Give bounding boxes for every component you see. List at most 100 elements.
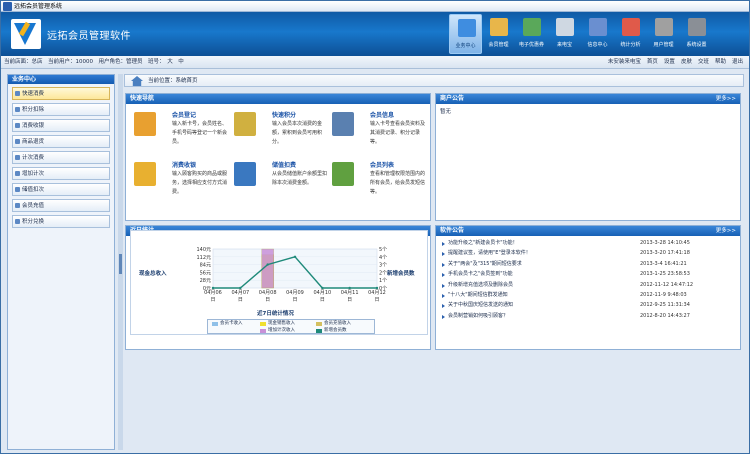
legend-label: 会员卡收入 — [220, 321, 243, 326]
news-item[interactable]: "十八大"期间短信群发通知 2012-11-9 9:48:03 — [442, 290, 734, 300]
news-date: 2013-1-25 23:58:53 — [640, 271, 690, 278]
y-right-tick: 1个 — [379, 278, 387, 284]
app-icon — [3, 2, 12, 11]
splitter[interactable] — [118, 74, 123, 450]
top-link[interactable]: 交班 — [698, 56, 709, 69]
legend-item: 现金销售收入 — [260, 321, 295, 327]
x-tick-label: 04月08 — [259, 290, 277, 296]
legend-swatch — [260, 329, 266, 333]
settings-icon — [688, 18, 706, 36]
legend-item: 会员卡收入 — [212, 321, 243, 327]
quick-nav-panel: 快速导航 会员登记 输入新卡号，会员姓名、手机号码等登记一个新会员。 快速积分 输入会… — [125, 93, 431, 221]
status-text: 当前店面：总店 当前用户：10000 用户角色：管理员 班号： 大 中 — [4, 59, 184, 65]
quick-nav-item[interactable]: 储值扣费 从会员储值账户余额里扣除本次消费金额。 — [234, 160, 327, 202]
quick-nav-item-desc: 输入会员本次消费的金额，累积到会员可用积分。 — [272, 121, 323, 145]
top-link[interactable]: 设置 — [664, 56, 675, 69]
news-item[interactable]: 手机会员卡之"会员签到"功能 2013-1-25 23:58:53 — [442, 269, 734, 279]
nav-phone[interactable]: 来电宝 — [548, 14, 581, 54]
stats-panel: 近日统计 现金总收入 新增会员数 140元112元84元56元28元0元5个4个… — [125, 225, 431, 350]
top-link[interactable]: 首页 — [647, 56, 658, 69]
y-right-tick: 3个 — [379, 263, 387, 269]
quick-nav-item[interactable]: 会员列表 查看和管理权限范围内的所有会员，给会员发短信等。 — [332, 160, 425, 202]
chart-title: 近7日统计情况 — [257, 311, 294, 317]
nav-settings[interactable]: 系统设置 — [680, 14, 713, 54]
menu-item-icon — [15, 155, 20, 160]
nav-coupon[interactable]: 电子优惠券 — [515, 14, 548, 54]
announcement-more-link[interactable]: 更多>> — [716, 94, 736, 104]
top-nav: 业务中心 会员管理 电子优惠券 来电宝 信息中心 统计分析 用户管理 系统设置 — [449, 14, 713, 54]
sidebar-item[interactable]: 商品退货 — [12, 135, 110, 148]
sidebar-item[interactable]: 计次消费 — [12, 151, 110, 164]
news-item[interactable]: 升级新增充值选项及删除会员 2012-11-12 14:47:12 — [442, 280, 734, 290]
menu-item-icon — [15, 107, 20, 112]
sidebar-item[interactable]: 消费收银 — [12, 119, 110, 132]
sidebar-item[interactable]: 会员充值 — [12, 199, 110, 212]
chart-plot: 140元112元84元56元28元0元5个4个3个2个1个0个04月06日04月… — [196, 247, 387, 303]
top-link[interactable]: 帮助 — [715, 56, 726, 69]
menu-item-icon — [15, 91, 20, 96]
nav-stats[interactable]: 统计分析 — [614, 14, 647, 54]
news-item[interactable]: 提醒建议签，请使用"E"登录本软件！ 2013-3-20 17:41:18 — [442, 248, 734, 258]
announcement-text: 暂无 — [440, 109, 452, 115]
quick-nav-item-title: 储值扣费 — [272, 162, 297, 169]
top-link[interactable]: 退出 — [732, 56, 743, 69]
title-bar: 远拓会员管理系统 — [1, 1, 749, 12]
sidebar-item[interactable]: 增加计次 — [12, 167, 110, 180]
nav-users[interactable]: 用户管理 — [647, 14, 680, 54]
software-news-header: 软件公告 更多>> — [436, 226, 740, 236]
nav-members[interactable]: 会员管理 — [482, 14, 515, 54]
menu-item-icon — [15, 219, 20, 224]
top-link[interactable]: 皮肤 — [681, 56, 692, 69]
news-item[interactable]: 关于中秋国庆短信发送的通知 2012-9-25 11:31:34 — [442, 300, 734, 310]
news-date: 2013-3-28 14:10:45 — [640, 240, 690, 246]
x-tick-label: 04月11 — [341, 290, 359, 296]
y-left-tick: 28元 — [200, 278, 211, 284]
quick-nav-item[interactable]: 会员登记 输入新卡号，会员姓名、手机号码等登记一个新会员。 — [134, 110, 227, 152]
nav-message[interactable]: 信息中心 — [581, 14, 614, 54]
members-icon — [490, 18, 508, 36]
news-item[interactable]: 会员制营销如何吸引顾客？ 2012-8-20 14:43:27 — [442, 311, 734, 321]
y-left-tick: 112元 — [196, 255, 211, 261]
legend-label: 增加计次收入 — [268, 328, 295, 333]
sidebar-item-label: 积分兑换 — [22, 219, 45, 225]
news-title: 关于"两会"及"315"期间短信要求 — [448, 260, 522, 267]
users-icon — [655, 18, 673, 36]
legend-item: 增加计次收入 — [260, 328, 295, 334]
nav-business[interactable]: 业务中心 — [449, 14, 482, 54]
news-item[interactable]: 功能升级之"新建会员卡"功能！ 2013-3-28 14:10:45 — [442, 238, 734, 248]
sidebar-item-label: 增加计次 — [22, 171, 45, 177]
nav-label: 会员管理 — [488, 42, 509, 48]
member-point — [211, 286, 215, 290]
legend-swatch — [212, 322, 218, 326]
quick-nav-item[interactable]: 快速积分 输入会员本次消费的金额，累积到会员可用积分。 — [234, 110, 326, 152]
news-item[interactable]: 关于"两会"及"315"期间短信要求 2013-3-4 16:41:21 — [442, 259, 734, 269]
sidebar-item[interactable]: 积分兑换 — [12, 215, 110, 228]
breadcrumb-text: 当前位置：系统首页 — [148, 78, 198, 84]
sidebar-item[interactable]: 积分扣除 — [12, 103, 110, 116]
news-title: 功能升级之"新建会员卡"功能！ — [448, 240, 518, 246]
x-tick-label-day: 日 — [210, 297, 215, 303]
quick-nav-item-title: 消费收银 — [172, 162, 197, 169]
news-title: "十八大"期间短信群发通知 — [448, 291, 508, 298]
quick-nav-item[interactable]: 会员信息 输入卡号查看会员资料及其消费记录、积分记录等。 — [332, 110, 425, 152]
y-left-tick: 84元 — [200, 263, 211, 269]
member-point — [348, 286, 351, 290]
software-news-title: 软件公告 — [440, 227, 465, 234]
top-link[interactable]: 未安装来电宝 — [608, 56, 641, 69]
software-news-more-link[interactable]: 更多>> — [716, 226, 736, 236]
legend-label: 新增会员数 — [324, 328, 347, 333]
x-tick-label-day: 日 — [374, 297, 379, 303]
sidebar-item[interactable]: 储值扣次 — [12, 183, 110, 196]
nav-label: 用户管理 — [653, 42, 674, 48]
chart-legend: 会员卡收入 现金销售收入 会员充值收入 增加计次收入 新增会员数 — [207, 319, 375, 334]
legend-label: 现金销售收入 — [268, 321, 295, 326]
quick-nav-item[interactable]: 消费收银 输入顾客购买的商品或服务，选择相应支付方式消费。 — [134, 160, 227, 202]
sidebar-item[interactable]: 快速消费 — [12, 87, 110, 100]
legend-swatch — [316, 322, 322, 326]
quick-nav-item-title: 会员信息 — [370, 112, 395, 119]
news-date: 2013-3-4 16:41:21 — [640, 260, 687, 267]
collapse-handle[interactable] — [119, 254, 122, 274]
x-tick-label-day: 日 — [320, 297, 325, 303]
sidebar-item-label: 消费收银 — [22, 123, 45, 129]
legend-item: 新增会员数 — [316, 328, 347, 334]
